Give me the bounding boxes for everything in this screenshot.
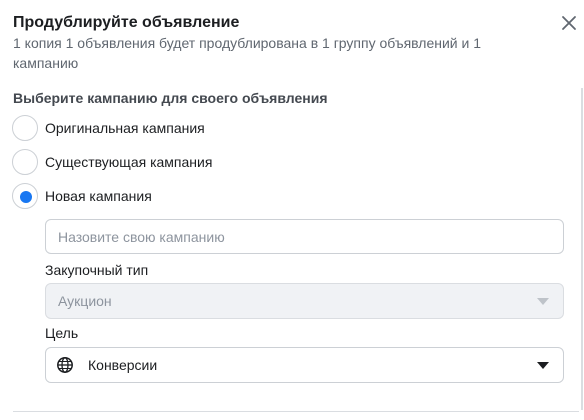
radio-button-selected[interactable] [12,183,38,209]
objective-select[interactable]: Конверсии [45,347,564,383]
radio-label: Существующая кампания [45,154,213,170]
campaign-choice-label: Выберите кампанию для своего объявления [13,90,328,106]
campaign-name-input[interactable] [45,219,564,254]
close-button[interactable] [560,14,578,32]
radio-button[interactable] [12,115,38,141]
duplicate-ad-dialog: Продублируйте объявление 1 копия 1 объяв… [0,0,584,420]
objective-label: Цель [45,325,79,341]
radio-original-campaign[interactable]: Оригинальная кампания [12,115,205,141]
buying-type-label: Закупочный тип [45,262,149,278]
radio-label: Новая кампания [45,188,152,204]
globe-icon [56,356,74,374]
chevron-down-icon [537,362,549,369]
objective-value: Конверсии [88,357,158,373]
buying-type-select: Аукцион [45,283,564,319]
dialog-title: Продублируйте объявление [13,14,240,31]
close-icon [560,14,578,32]
dialog-subtitle: 1 копия 1 объявления будет продублирован… [13,35,481,71]
chevron-down-icon [537,298,549,305]
radio-button[interactable] [12,149,38,175]
radio-label: Оригинальная кампания [45,120,205,136]
buying-type-value: Аукцион [58,293,112,309]
radio-new-campaign[interactable]: Новая кампания [12,183,152,209]
divider [13,411,579,412]
radio-existing-campaign[interactable]: Существующая кампания [12,149,212,175]
scrollbar[interactable] [581,88,583,410]
